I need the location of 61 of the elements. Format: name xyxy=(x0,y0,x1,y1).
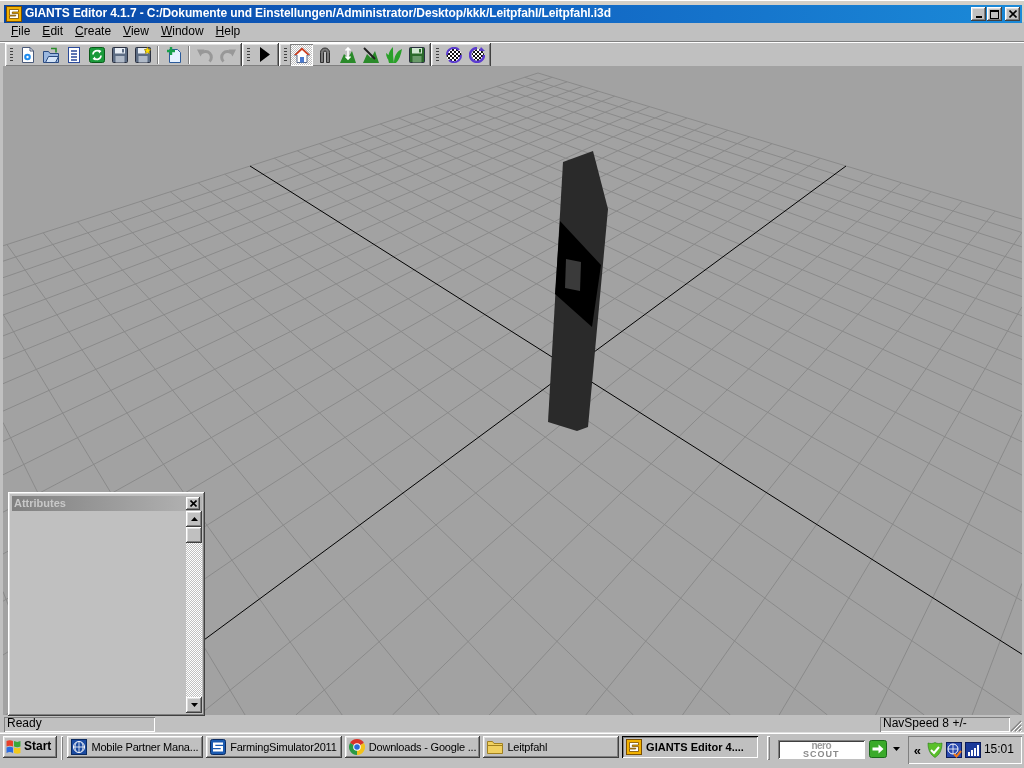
window-title: GIANTS Editor 4.1.7 - C:/Dokumente und Einstellungen/Administrator/Desktop/kkk/Leitpfahl/Leitpfahl.i3d xyxy=(25,7,611,21)
hill-line-icon xyxy=(362,46,379,63)
start-button[interactable]: Start xyxy=(3,736,57,758)
clock: 15:01 xyxy=(983,743,1015,757)
arrow-right-icon xyxy=(868,740,887,758)
taskbar-button[interactable]: GIANTS Editor 4.... xyxy=(622,736,758,758)
checker-ring-icon xyxy=(445,46,462,63)
down-arrow-icon xyxy=(190,703,198,707)
taskbar-button[interactable]: Downloads - Google ... xyxy=(344,736,481,758)
app-icon xyxy=(626,739,643,755)
close-button[interactable] xyxy=(186,497,200,510)
scout-search-field[interactable]: nero SCOUT xyxy=(777,740,865,759)
menu-item[interactable]: Help xyxy=(209,23,247,40)
app-icon xyxy=(210,739,227,755)
taskbar-button[interactable]: FarmingSimulator2011 xyxy=(206,736,342,758)
nav-speed-text: NavSpeed 8 +/- xyxy=(880,716,1010,732)
house-icon xyxy=(293,46,310,63)
folder-icon xyxy=(487,739,504,755)
hill-arrows-icon xyxy=(339,46,356,63)
maximize-icon xyxy=(990,9,999,19)
new-file-icon xyxy=(19,46,36,63)
menu-item[interactable]: Edit xyxy=(36,23,70,40)
post-model[interactable] xyxy=(548,151,608,431)
menu-item[interactable]: View xyxy=(117,23,155,40)
signal-bars-icon xyxy=(964,742,981,758)
menu-item[interactable]: Create xyxy=(69,23,118,40)
logo-text: SCOUT xyxy=(803,749,840,758)
taskbar-button[interactable]: Leitpfahl xyxy=(483,736,620,758)
panel-title: Attributes xyxy=(14,497,66,510)
scroll-up-button[interactable] xyxy=(186,511,202,527)
menu-item[interactable]: Window xyxy=(154,23,210,40)
expand-tray-button[interactable]: « xyxy=(913,743,924,757)
close-button[interactable] xyxy=(1005,7,1020,21)
menu-item[interactable]: File xyxy=(5,23,37,40)
taskbar-button[interactable]: Mobile Partner Mana... xyxy=(67,736,204,758)
globe-check-icon xyxy=(945,742,962,758)
add-page-icon xyxy=(165,46,182,63)
document-lines-icon xyxy=(65,46,82,63)
globe-icon xyxy=(71,739,88,755)
leaves-icon xyxy=(385,46,402,63)
scrollbar-thumb[interactable] xyxy=(186,527,202,543)
up-arrow-icon xyxy=(190,517,198,521)
refresh-icon xyxy=(88,46,105,63)
open-folder-icon xyxy=(42,46,59,63)
minimize-button[interactable] xyxy=(971,7,986,21)
close-icon xyxy=(189,500,197,507)
close-icon xyxy=(1008,10,1017,18)
flag-icon xyxy=(6,740,21,754)
status-text: Ready xyxy=(4,716,155,732)
resize-grip-icon xyxy=(1010,720,1022,732)
circle-logo-icon xyxy=(348,739,365,755)
logo-text: nero xyxy=(811,741,832,750)
magnet-icon xyxy=(319,46,330,63)
shield-check-icon xyxy=(926,742,943,758)
scroll-down-button[interactable] xyxy=(186,697,202,713)
play-icon xyxy=(259,47,270,62)
maximize-button[interactable] xyxy=(987,7,1002,21)
caret-icon xyxy=(893,747,901,751)
go-button[interactable] xyxy=(868,740,887,758)
checker-arrow-icon xyxy=(468,46,485,63)
3d-viewport[interactable] xyxy=(3,66,1022,715)
